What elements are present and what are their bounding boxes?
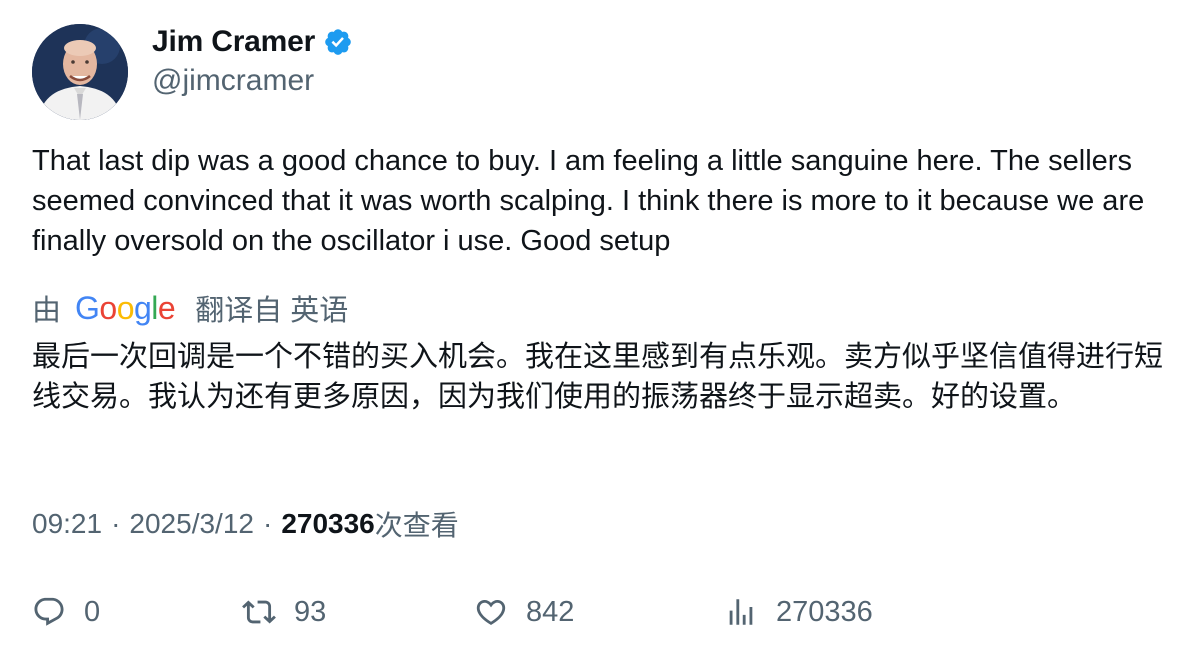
verified-badge-icon <box>325 29 351 55</box>
tweet-time[interactable]: 09:21 <box>32 508 102 540</box>
meta-separator: · <box>111 508 121 539</box>
views-action-count: 270336 <box>776 595 873 628</box>
tweet-date[interactable]: 2025/3/12 <box>129 508 254 540</box>
reply-icon <box>34 597 64 626</box>
avatar[interactable] <box>32 24 128 120</box>
reply-count: 0 <box>84 595 101 628</box>
author-name[interactable]: Jim Cramer <box>152 25 315 59</box>
heart-icon <box>476 599 506 625</box>
retweet-icon <box>242 600 276 624</box>
google-logo: Google <box>75 289 176 326</box>
retweet-count: 93 <box>294 595 327 628</box>
bar-chart-icon <box>729 599 753 625</box>
translated-text: 最后一次回调是一个不错的买入机会。我在这里感到有点乐观。卖方似乎坚信值得进行短线… <box>32 339 1164 413</box>
tweet-text: That last dip was a good chance to buy. … <box>32 145 1145 257</box>
retweet-button[interactable]: 93 <box>242 590 326 634</box>
author-name-row[interactable]: Jim Cramer <box>152 22 353 62</box>
like-count: 842 <box>526 595 575 628</box>
views-button[interactable]: 270336 <box>724 590 873 634</box>
translation-attribution[interactable]: 由 Google 翻译自 英语 <box>32 287 348 329</box>
tweet-actions: 0 93 842 270336 <box>32 590 1172 634</box>
translation-suffix: 翻译自 英语 <box>195 295 349 327</box>
meta-separator: · <box>262 508 273 539</box>
views-label: 次查看 <box>374 510 459 541</box>
author-handle[interactable]: @jimcramer <box>152 64 314 98</box>
tweet-meta: 09:21 · 2025/3/12 · 270336 次查看 <box>32 504 459 544</box>
translation-prefix: 由 <box>32 295 62 327</box>
views-count: 270336 <box>281 508 375 539</box>
like-button[interactable]: 842 <box>474 590 574 634</box>
avatar-image <box>32 24 128 120</box>
reply-button[interactable]: 0 <box>32 590 100 634</box>
